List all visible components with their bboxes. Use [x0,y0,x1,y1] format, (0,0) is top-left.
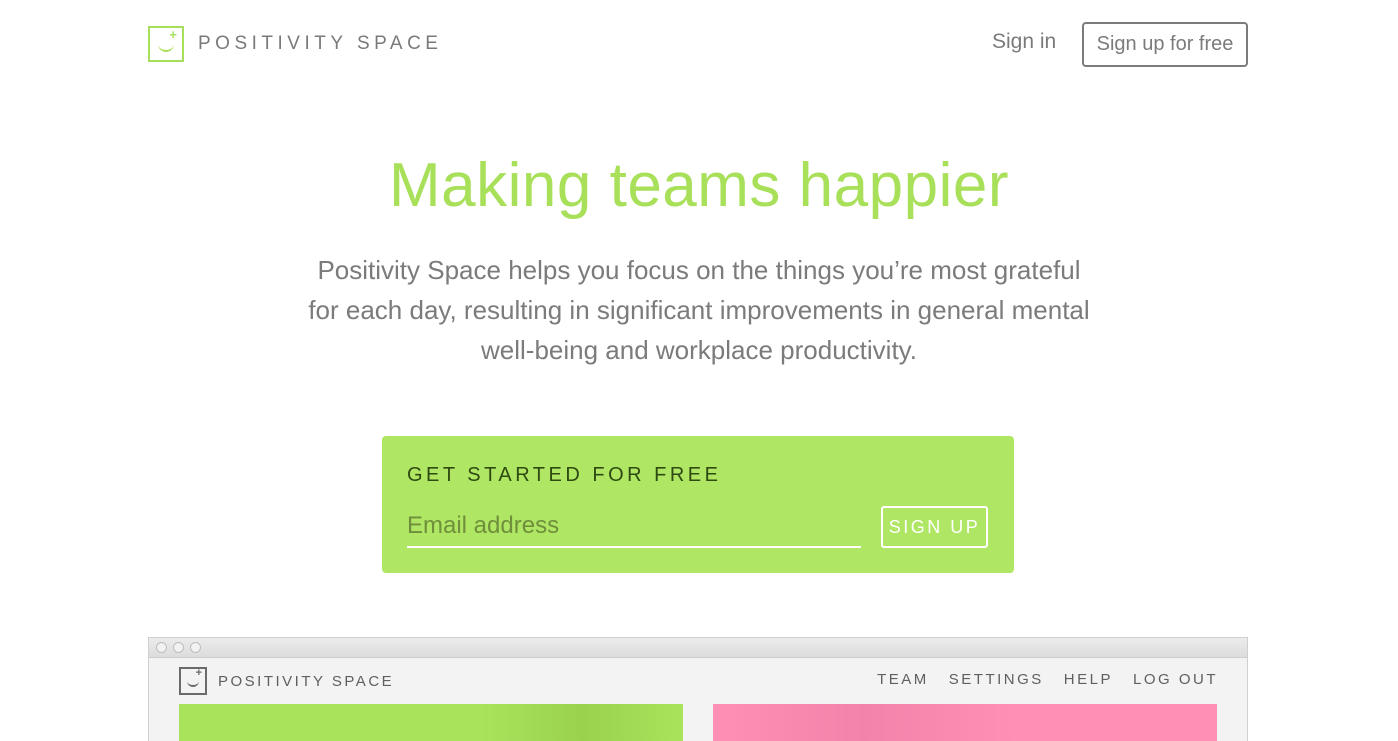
app-preview-window: + POSITIVITY SPACE TEAM SETTINGS HELP LO… [148,637,1248,741]
preview-menu-settings: SETTINGS [948,671,1044,688]
hero-subtitle: Positivity Space helps you focus on the … [308,255,1090,365]
window-close-dot [156,642,167,653]
window-zoom-dot [190,642,201,653]
sign-in-link[interactable]: Sign in [992,30,1056,54]
preview-menu-logout: LOG OUT [1132,671,1218,688]
preview-brand-logo: + POSITIVITY SPACE [179,667,394,695]
window-titlebar [149,638,1247,658]
signup-heading: GET STARTED FOR FREE [407,464,722,486]
preview-smiley-plus-icon: + [179,667,207,695]
preview-menu-help: HELP [1063,671,1113,688]
preview-pink-card [713,704,1217,741]
smiley-plus-icon: + [148,26,184,62]
brand-name: POSITIVITY SPACE [198,33,443,54]
preview-menu-team: TEAM [877,671,929,688]
brand-logo[interactable]: + POSITIVITY SPACE [148,26,442,62]
preview-green-card [179,704,683,741]
signup-panel: GET STARTED FOR FREE SIGN UP [382,436,1014,573]
preview-navbar: + POSITIVITY SPACE TEAM SETTINGS HELP LO… [149,659,1247,704]
sign-up-button[interactable]: Sign up for free [1082,22,1248,67]
window-minimize-dot [173,642,184,653]
preview-brand-name: POSITIVITY SPACE [218,672,395,690]
hero-title: Making teams happier [389,151,1009,220]
email-field[interactable] [407,506,861,548]
signup-submit-button[interactable]: SIGN UP [881,506,988,548]
preview-menu: TEAM SETTINGS HELP LOG OUT [877,671,1218,688]
